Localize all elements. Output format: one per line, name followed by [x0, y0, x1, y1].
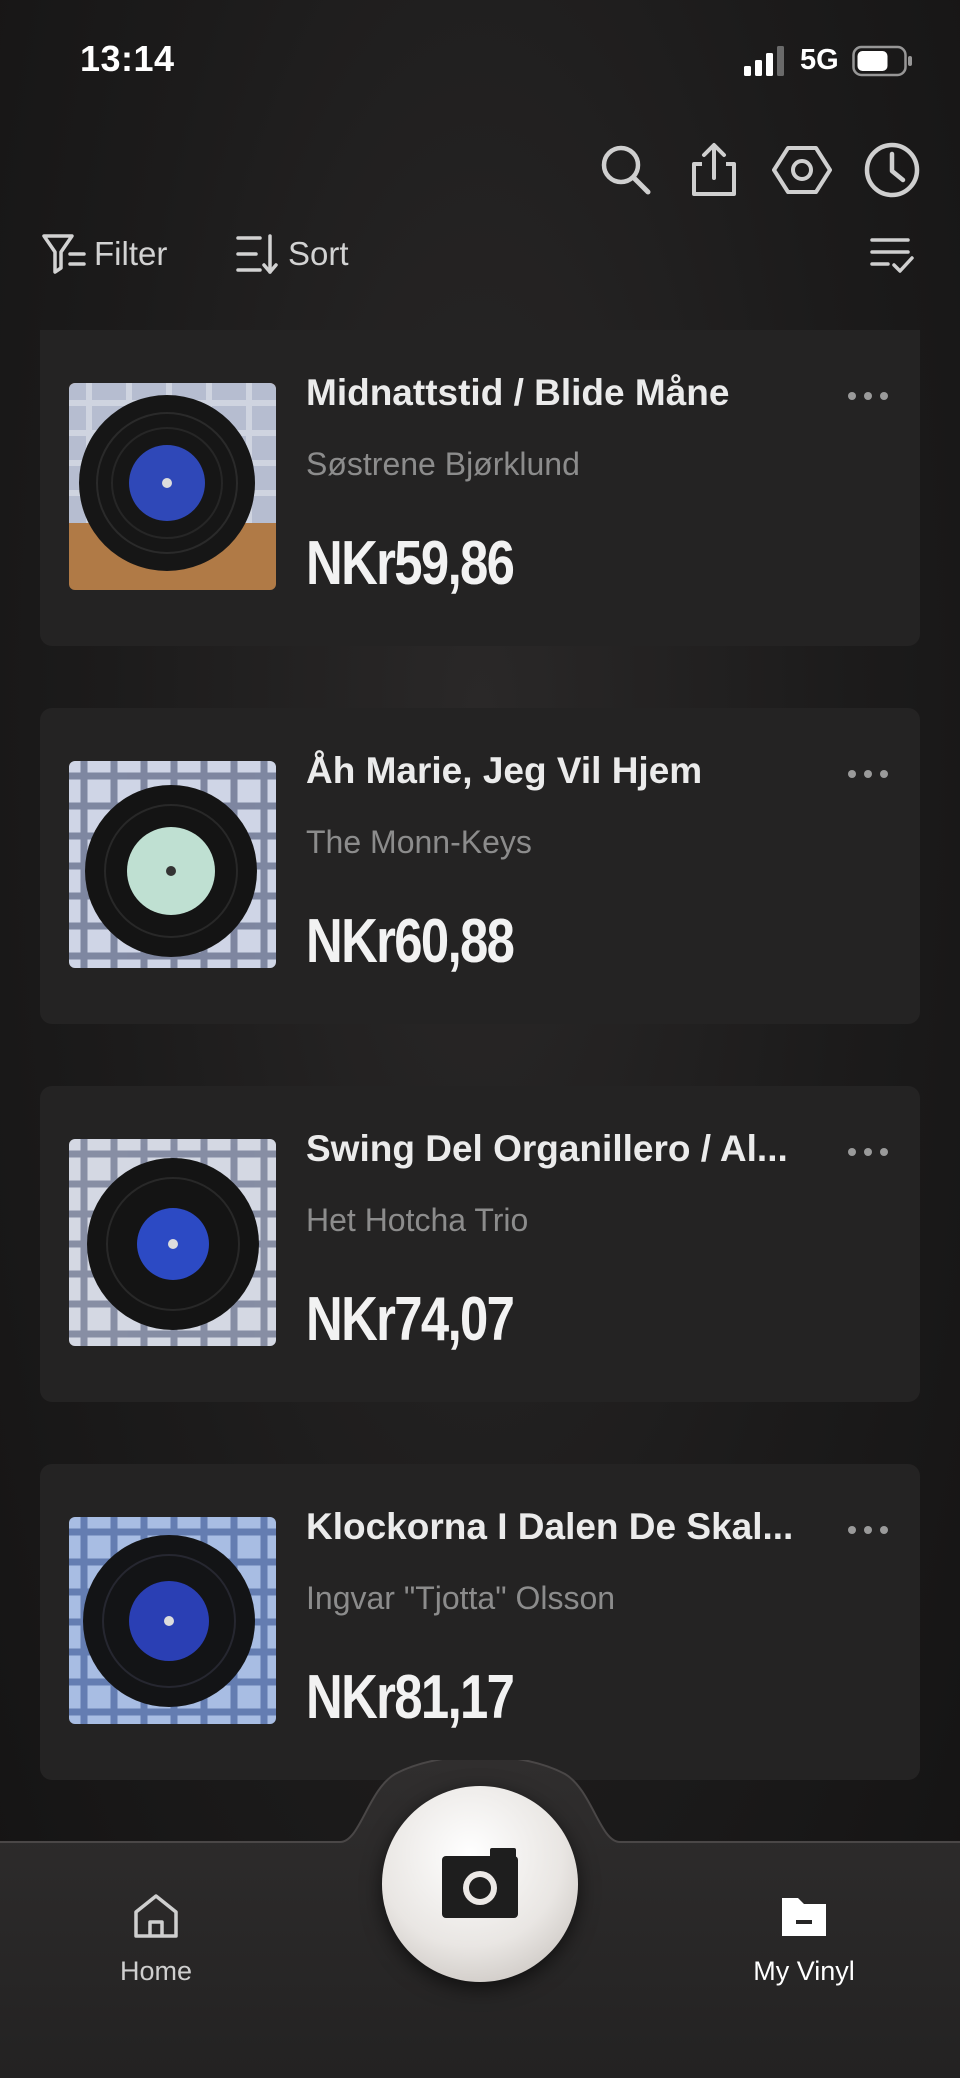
record-title: Midnattstid / Blide Måne	[306, 372, 730, 413]
record-title: Klockorna I Dalen De Skal...	[306, 1506, 794, 1547]
folder-icon	[782, 1898, 826, 1936]
more-options-icon[interactable]	[846, 386, 890, 406]
record-card[interactable]: Midnattstid / Blide Måne Søstrene Bjørkl…	[40, 330, 920, 646]
camera-icon	[442, 1848, 518, 1918]
battery-icon	[852, 45, 912, 77]
record-price: NKr81,17	[306, 1663, 515, 1732]
status-time: 13:14	[80, 38, 175, 79]
record-card[interactable]: Klockorna I Dalen De Skal... Ingvar "Tjo…	[40, 1464, 920, 1780]
more-options-icon[interactable]	[846, 764, 890, 784]
sort-label: Sort	[288, 235, 349, 272]
more-options-icon[interactable]	[846, 1142, 890, 1162]
record-price: NKr60,88	[306, 907, 515, 976]
vinyl-record-image	[69, 1139, 276, 1346]
tab-home[interactable]: Home	[56, 1890, 256, 2000]
history-icon[interactable]	[862, 140, 922, 200]
settings-icon[interactable]	[772, 140, 832, 200]
record-title: Åh Marie, Jeg Vil Hjem	[306, 750, 703, 791]
signal-icon	[744, 46, 784, 76]
vinyl-record-image	[69, 1517, 276, 1724]
header-actions	[0, 140, 960, 204]
sort-button[interactable]: Sort	[234, 226, 349, 282]
sort-icon	[236, 234, 278, 274]
record-artist: Ingvar "Tjotta" Olsson	[306, 1580, 616, 1616]
record-thumbnail	[69, 383, 276, 590]
record-thumbnail	[69, 1139, 276, 1346]
tab-home-label: Home	[119, 1956, 193, 1986]
list-toolbar: Filter Sort	[0, 226, 960, 282]
record-title: Swing Del Organillero / Al...	[306, 1128, 788, 1169]
share-icon[interactable]	[684, 140, 744, 200]
record-price: NKr74,07	[306, 1285, 515, 1354]
network-type: 5G	[800, 44, 839, 76]
vinyl-record-image	[69, 761, 276, 968]
record-thumbnail	[69, 1517, 276, 1724]
record-thumbnail	[69, 761, 276, 968]
record-card[interactable]: Swing Del Organillero / Al... Het Hotcha…	[40, 1086, 920, 1402]
tab-my-vinyl[interactable]: My Vinyl	[704, 1890, 904, 2000]
bottom-tab-bar: Home My Vinyl	[0, 1760, 960, 2078]
checklist-icon[interactable]	[868, 230, 916, 278]
record-price: NKr59,86	[306, 529, 515, 598]
more-options-icon[interactable]	[846, 1520, 890, 1540]
filter-icon	[42, 234, 86, 274]
vinyl-list: Midnattstid / Blide Måne Søstrene Bjørkl…	[40, 330, 920, 1842]
search-icon[interactable]	[596, 140, 656, 200]
filter-button[interactable]: Filter	[40, 226, 167, 282]
record-card[interactable]: Åh Marie, Jeg Vil Hjem The Monn-Keys NKr…	[40, 708, 920, 1024]
home-icon	[134, 1894, 178, 1938]
status-bar: 13:14 5G	[0, 0, 960, 120]
record-artist: Het Hotcha Trio	[306, 1202, 529, 1238]
tab-my-vinyl-label: My Vinyl	[753, 1956, 855, 1986]
record-artist: Søstrene Bjørklund	[306, 446, 580, 482]
vinyl-record-image	[69, 383, 276, 590]
filter-label: Filter	[94, 235, 168, 272]
record-artist: The Monn-Keys	[306, 824, 532, 860]
camera-scan-button[interactable]	[382, 1786, 578, 1982]
